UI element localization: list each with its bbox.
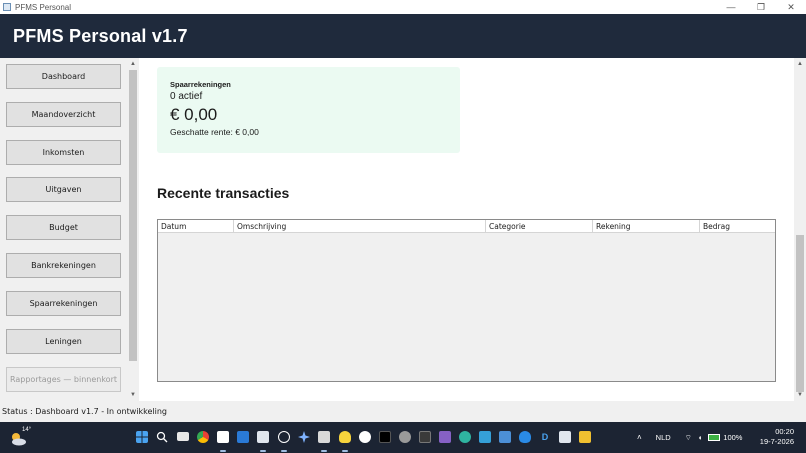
savings-card: Spaarrekeningen 0 actief € 0,00 Geschatt…: [157, 67, 460, 153]
app-icon[interactable]: [479, 431, 491, 443]
column-header-rekening[interactable]: Rekening: [593, 220, 700, 233]
clock-date: 19-7-2026: [759, 437, 794, 446]
scroll-up-icon[interactable]: ▲: [794, 59, 806, 69]
clock-time: 00:20: [775, 427, 794, 436]
app-icon[interactable]: [399, 431, 411, 443]
app-header: PFMS Personal v1.7: [0, 14, 806, 58]
table-header: Datum Omschrijving Categorie Rekening Be…: [158, 220, 775, 233]
file-explorer-icon[interactable]: [579, 431, 591, 443]
battery-icon[interactable]: [708, 434, 721, 441]
close-button[interactable]: ✕: [776, 0, 806, 14]
column-header-bedrag[interactable]: Bedrag: [700, 220, 775, 233]
settings-icon[interactable]: [278, 431, 290, 443]
pfms-app-icon[interactable]: [257, 431, 269, 443]
weather-widget[interactable]: 14°: [10, 427, 32, 448]
visual-studio-icon[interactable]: [439, 431, 451, 443]
column-header-omschrijving[interactable]: Omschrijving: [234, 220, 486, 233]
gmail-icon[interactable]: [217, 431, 229, 443]
recent-transactions-title: Recente transacties: [157, 185, 290, 201]
nav-inkomsten-button[interactable]: Inkomsten: [6, 140, 121, 165]
battery-percent: 100%: [723, 433, 743, 442]
running-indicator: [321, 450, 327, 452]
transactions-table[interactable]: Datum Omschrijving Categorie Rekening Be…: [157, 219, 776, 382]
running-indicator: [260, 450, 266, 452]
nav-maandoverzicht-button[interactable]: Maandoverzicht: [6, 102, 121, 127]
sidebar-scroll-thumb[interactable]: [129, 70, 137, 361]
running-indicator: [220, 450, 226, 452]
weather-temp: 14°: [22, 427, 32, 433]
scroll-up-icon[interactable]: ▲: [127, 59, 139, 69]
chrome-icon[interactable]: [197, 431, 209, 443]
scroll-down-icon[interactable]: ▼: [127, 390, 139, 400]
clock[interactable]: 00:20 19-7-2026: [760, 427, 794, 447]
app-icon: [3, 3, 11, 11]
terminal-app-icon[interactable]: [379, 431, 391, 443]
system-tray: ˄ NLD ⌔ ◖ 100%: [637, 422, 742, 453]
wifi-icon[interactable]: ⌔: [685, 433, 692, 443]
edge-icon[interactable]: [459, 431, 471, 443]
minimize-button[interactable]: —: [716, 0, 746, 14]
nav-dashboard-button[interactable]: Dashboard: [6, 64, 121, 89]
app-icon[interactable]: [318, 431, 330, 443]
volume-icon[interactable]: ◖: [698, 433, 703, 442]
cmd-icon[interactable]: [419, 431, 431, 443]
maximize-button[interactable]: ❐: [746, 0, 776, 14]
main-content: Spaarrekeningen 0 actief € 0,00 Geschatt…: [139, 58, 794, 401]
lightbulb-icon[interactable]: [339, 431, 351, 443]
sidebar: Dashboard Maandoverzicht Inkomsten Uitga…: [0, 58, 127, 401]
savings-interest: Geschatte rente: € 0,00: [170, 127, 259, 137]
language-indicator[interactable]: NLD: [656, 433, 671, 442]
running-indicator: [281, 450, 287, 452]
main-scroll-thumb[interactable]: [796, 235, 804, 392]
github-icon[interactable]: [359, 431, 371, 443]
nav-bankrekeningen-button[interactable]: Bankrekeningen: [6, 253, 121, 278]
search-icon[interactable]: [156, 431, 168, 443]
photos-icon[interactable]: [499, 431, 511, 443]
nav-leningen-button[interactable]: Leningen: [6, 329, 121, 354]
main-scrollbar[interactable]: ▲ ▼: [794, 58, 806, 401]
nav-budget-button[interactable]: Budget: [6, 215, 121, 240]
nav-rapportages-button: Rapportages — binnenkort: [6, 367, 121, 392]
window-controls: — ❐ ✕: [716, 0, 806, 14]
savings-amount: € 0,00: [170, 105, 218, 124]
nav-uitgaven-button[interactable]: Uitgaven: [6, 177, 121, 202]
tray-expand-icon[interactable]: ˄: [637, 433, 642, 442]
task-view-icon[interactable]: [177, 432, 189, 441]
scroll-down-icon[interactable]: ▼: [794, 390, 806, 400]
window-titlebar: PFMS Personal — ❐ ✕: [0, 0, 806, 14]
app-icon[interactable]: [559, 431, 571, 443]
window-title: PFMS Personal: [15, 2, 72, 12]
status-bar: Status : Dashboard v1.7 - In ontwikkelin…: [0, 401, 806, 422]
weather-icon: [12, 433, 26, 446]
nav-spaarrekeningen-button[interactable]: Spaarrekeningen: [6, 291, 121, 316]
outlook-icon[interactable]: [237, 431, 249, 443]
taskbar: 14° D ˄ NLD ⌔ ◖ 100% 00:20 19-7-2026: [0, 422, 806, 453]
copilot-icon[interactable]: [298, 431, 310, 443]
column-header-datum[interactable]: Datum: [158, 220, 234, 233]
app-title: PFMS Personal v1.7: [13, 26, 188, 46]
savings-card-title: Spaarrekeningen: [170, 80, 231, 89]
savings-active-count: 0 actief: [170, 91, 203, 102]
column-header-categorie[interactable]: Categorie: [486, 220, 593, 233]
start-icon[interactable]: [136, 431, 148, 443]
sidebar-scrollbar[interactable]: ▲ ▼: [127, 58, 139, 401]
running-indicator: [342, 450, 348, 452]
onedrive-icon[interactable]: [519, 431, 531, 443]
app-icon[interactable]: D: [539, 431, 551, 443]
